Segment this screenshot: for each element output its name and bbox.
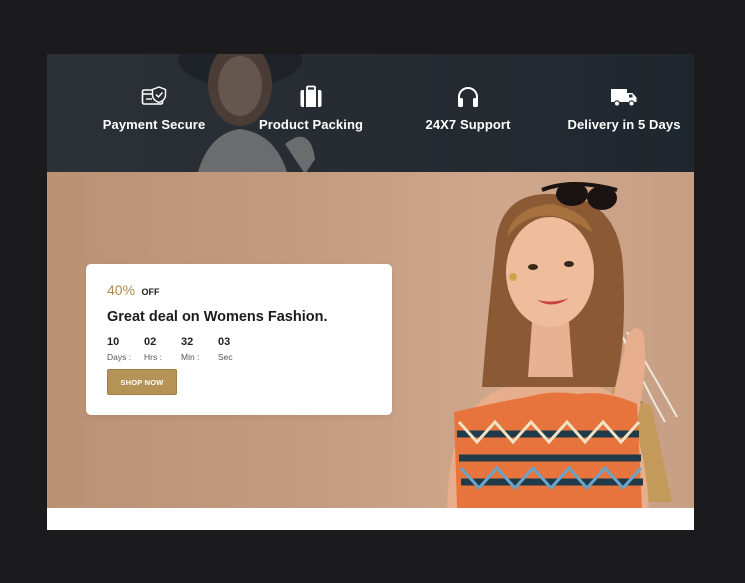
countdown-value: 10 bbox=[107, 336, 120, 348]
feature-delivery: Delivery in 5 Days bbox=[549, 85, 694, 132]
hero-banner: 40% OFF Great deal on Womens Fashion. 10… bbox=[47, 172, 694, 508]
countdown-unit: Hrs : bbox=[144, 352, 162, 362]
countdown-value: 32 bbox=[181, 336, 194, 348]
page-viewport: Payment Secure Product Packing 24X7 Supp… bbox=[47, 54, 694, 530]
feature-support: 24X7 Support bbox=[393, 85, 543, 132]
shop-now-button[interactable]: SHOP NOW bbox=[107, 369, 177, 395]
countdown-minutes: 32 Min : bbox=[181, 336, 218, 362]
feature-payment-secure: Payment Secure bbox=[79, 85, 229, 132]
countdown-unit: Min : bbox=[181, 352, 200, 362]
feature-product-packing: Product Packing bbox=[236, 85, 386, 132]
discount-suffix: OFF bbox=[141, 287, 160, 297]
feature-label: Payment Secure bbox=[102, 117, 206, 132]
features-band: Payment Secure Product Packing 24X7 Supp… bbox=[47, 54, 694, 172]
device-frame: Payment Secure Product Packing 24X7 Supp… bbox=[0, 0, 745, 583]
promo-card: 40% OFF Great deal on Womens Fashion. 10… bbox=[86, 264, 392, 415]
countdown-days: 10 Days : bbox=[107, 336, 144, 362]
feature-label: Product Packing bbox=[258, 117, 364, 132]
feature-label: Delivery in 5 Days bbox=[567, 117, 681, 132]
countdown-unit: Days : bbox=[107, 352, 132, 362]
feature-label: 24X7 Support bbox=[425, 117, 511, 132]
delivery-truck-icon bbox=[611, 89, 637, 107]
briefcase-icon bbox=[300, 85, 322, 107]
discount-value: 40% bbox=[107, 282, 136, 298]
countdown-unit: Sec bbox=[218, 352, 233, 362]
payment-secure-icon bbox=[141, 86, 167, 105]
countdown-value: 03 bbox=[218, 336, 231, 348]
promo-headline: Great deal on Womens Fashion. bbox=[107, 309, 328, 325]
countdown-value: 02 bbox=[144, 336, 157, 348]
headphones-icon bbox=[458, 87, 478, 107]
countdown-timer: 10 Days : 02 Hrs : 32 Min : 03 Sec bbox=[107, 336, 255, 362]
page-bottom-area bbox=[47, 508, 694, 530]
discount-tag: 40% OFF bbox=[107, 282, 159, 300]
countdown-hours: 02 Hrs : bbox=[144, 336, 181, 362]
countdown-seconds: 03 Sec bbox=[218, 336, 255, 362]
hero-model-image bbox=[447, 182, 678, 508]
